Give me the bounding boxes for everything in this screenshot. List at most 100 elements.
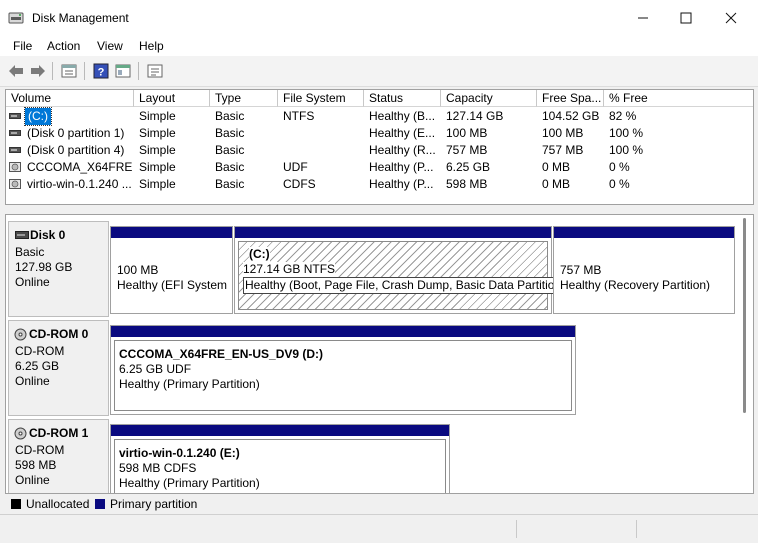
status-bar-separator	[636, 520, 637, 538]
disk-state: Online	[15, 275, 50, 289]
cell-type: Basic	[215, 177, 245, 191]
cell-free: 100 MB	[542, 126, 584, 140]
cell-type: Basic	[215, 126, 245, 140]
partition-name: (C:)	[249, 247, 270, 262]
disk-state: Online	[15, 374, 50, 388]
disk-kind: CD-ROM	[15, 443, 65, 457]
disk-name: CD-ROM 0	[29, 327, 89, 341]
column-header-capacity[interactable]: Capacity	[441, 90, 537, 107]
cell-pct: 0 %	[609, 177, 630, 191]
cell-layout: Simple	[139, 177, 176, 191]
column-header-free-space[interactable]: Free Spa...	[537, 90, 604, 107]
disk-size: 6.25 GB	[15, 359, 60, 373]
cell-layout: Simple	[139, 126, 176, 140]
console-view-icon	[115, 64, 131, 78]
partition-name: virtio-win-0.1.240 (E:)	[119, 446, 240, 460]
partition-header-bar	[235, 227, 551, 238]
cell-status: Healthy (P...	[369, 160, 434, 174]
cell-volume: virtio-win-0.1.240 ...	[27, 177, 132, 191]
partition-header-bar	[111, 227, 232, 238]
status-bar-separator	[516, 520, 517, 538]
toolbar-separator	[84, 62, 85, 80]
volume-list[interactable]: Volume Layout Type File System Status Ca…	[5, 89, 754, 205]
partition-name: CCCOMA_X64FRE_EN-US_DV9 (D:)	[119, 347, 324, 361]
partition-header-bar	[554, 227, 734, 238]
back-arrow-icon	[9, 65, 23, 77]
partition-recovery[interactable]: 757 MB Healthy (Recovery Partition)	[553, 226, 735, 314]
cell-status: Healthy (P...	[369, 177, 434, 191]
disk-state: Online	[15, 473, 50, 487]
disk-info-disk-0[interactable]: Disk 0 Basic 127.98 GB Online	[8, 221, 109, 317]
disk-kind: Basic	[15, 245, 45, 259]
legend-swatch-unallocated	[11, 499, 21, 509]
disk-info-cd-rom-0[interactable]: CD-ROM 0 CD-ROM 6.25 GB Online	[8, 320, 109, 416]
cell-fs	[283, 142, 362, 159]
legend-swatch-primary	[95, 499, 105, 509]
menu-help[interactable]: Help	[139, 39, 164, 53]
scrollbar-thumb[interactable]	[743, 218, 746, 413]
maximize-button[interactable]	[663, 0, 709, 36]
cell-volume: (Disk 0 partition 1)	[27, 126, 125, 140]
cell-fs: CDFS	[283, 177, 316, 191]
close-button[interactable]	[708, 0, 754, 36]
properties-icon	[61, 64, 77, 78]
back-button[interactable]	[7, 62, 25, 80]
settings-list-button[interactable]	[146, 62, 164, 80]
column-header-file-system[interactable]: File System	[278, 90, 364, 107]
cd-drive-icon	[9, 179, 21, 189]
partition-c[interactable]: (C:) 127.14 GB NTFS Healthy (Boot, Page …	[234, 226, 568, 314]
toolbar-separator	[138, 62, 139, 80]
disk-info-cd-rom-1[interactable]: CD-ROM 1 CD-ROM 598 MB Online	[8, 419, 109, 493]
partition-efi[interactable]: 100 MB Healthy (EFI System I	[110, 226, 233, 314]
partition-cd-rom-1[interactable]: virtio-win-0.1.240 (E:) 598 MB CDFS Heal…	[110, 424, 450, 493]
cell-type: Basic	[215, 143, 245, 157]
disk-name: CD-ROM 1	[29, 426, 89, 440]
column-header-percent-free[interactable]: % Free	[604, 90, 753, 107]
properties-button[interactable]	[60, 62, 78, 80]
cell-capacity: 100 MB	[446, 126, 488, 140]
cell-fs: UDF	[283, 160, 308, 174]
table-row[interactable]: (Disk 0 partition 1) Simple Basic Healthy (…	[6, 125, 753, 142]
partition-header-bar	[111, 425, 449, 436]
cell-free: 0 MB	[542, 177, 571, 191]
menu-file[interactable]: File	[13, 39, 32, 53]
partition-size: 757 MB	[560, 263, 602, 277]
minimize-button[interactable]	[620, 0, 666, 36]
cd-drive-icon	[14, 427, 27, 440]
cell-capacity: 757 MB	[446, 143, 488, 157]
cell-fs	[283, 125, 362, 142]
cell-type: Basic	[215, 160, 245, 174]
menu-view[interactable]: View	[97, 39, 123, 53]
partition-status: Healthy (Primary Partition)	[119, 377, 260, 391]
graphical-view-scrollbar[interactable]	[739, 214, 751, 494]
column-header-layout[interactable]: Layout	[134, 90, 210, 107]
help-button[interactable]: ?	[92, 62, 110, 80]
column-header-status[interactable]: Status	[364, 90, 441, 107]
table-row[interactable]: CCCOMA_X64FRE... Simple Basic UDF Healthy (P…	[6, 159, 753, 176]
column-header-volume[interactable]: Volume	[6, 90, 134, 107]
console-view-button[interactable]	[114, 62, 132, 80]
cell-status: Healthy (R...	[369, 143, 436, 157]
cell-capacity: 127.14 GB	[446, 109, 504, 123]
cell-capacity: 598 MB	[446, 177, 488, 191]
partition-status: Healthy (Primary Partition)	[119, 476, 260, 490]
cell-capacity: 6.25 GB	[446, 160, 491, 174]
table-row[interactable]: virtio-win-0.1.240 ... Simple Basic CDFS Hea…	[6, 176, 753, 193]
table-row[interactable]: (C:) Simple Basic NTFS Healthy (B... 127.14 G…	[6, 107, 753, 126]
cell-pct: 100 %	[609, 143, 644, 157]
cell-layout: Simple	[139, 160, 176, 174]
partition-cd-rom-0[interactable]: CCCOMA_X64FRE_EN-US_DV9 (D:) 6.25 GB UDF…	[110, 325, 576, 415]
disk-size: 127.98 GB	[15, 260, 73, 274]
settings-list-icon	[147, 64, 163, 78]
forward-button[interactable]	[29, 62, 47, 80]
cell-free: 0 MB	[542, 160, 571, 174]
help-icon: ?	[93, 63, 109, 79]
cell-status: Healthy (E...	[369, 126, 436, 140]
column-header-type[interactable]: Type	[210, 90, 278, 107]
cell-layout: Simple	[139, 143, 176, 157]
table-row[interactable]: (Disk 0 partition 4) Simple Basic Healthy (…	[6, 142, 753, 159]
menu-action[interactable]: Action	[47, 39, 80, 53]
cell-pct: 100 %	[609, 126, 644, 140]
disk-management-icon	[8, 12, 24, 24]
partition-size: 127.14 GB NTFS	[243, 262, 336, 277]
